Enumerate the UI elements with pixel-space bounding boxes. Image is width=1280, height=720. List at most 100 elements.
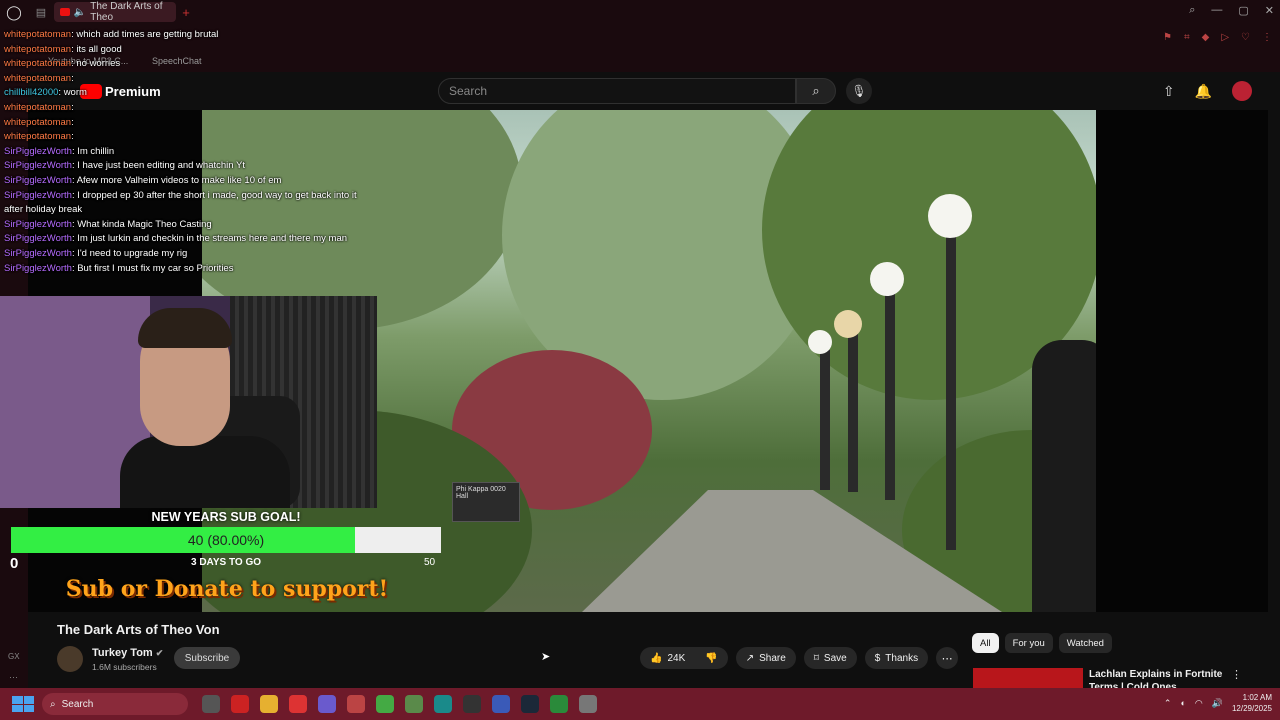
streamer-webcam: [0, 296, 377, 508]
chat-text: I'd need to upgrade my rig: [77, 247, 188, 259]
search-input[interactable]: Search: [438, 78, 796, 104]
speaker-icon[interactable]: 🔈: [74, 7, 86, 18]
upload-icon[interactable]: ⇧: [1163, 83, 1175, 100]
webcam-streamer-hair: [138, 308, 232, 348]
chat-username[interactable]: whitepotatoman: [4, 102, 71, 113]
chat-text: But first I must fix my car so Prioritie…: [77, 262, 234, 274]
opera-logo-icon[interactable]: ◯: [0, 4, 28, 21]
discord-icon[interactable]: [318, 695, 336, 713]
recommendation-menu-icon[interactable]: ⋮: [1231, 668, 1242, 681]
search-tabs-icon[interactable]: ⌕: [1189, 4, 1195, 17]
chat-message: SirPigglezWorth: I'd need to upgrade my …: [4, 247, 360, 262]
scene-lamppost: [885, 285, 895, 500]
stream-chat-overlay: whitepotatoman: which add times are gett…: [4, 28, 360, 276]
app-icon[interactable]: [405, 695, 423, 713]
share-icon: ↗: [745, 652, 755, 664]
recommendation-chips: All For you Watched: [972, 633, 1112, 653]
chip-for-you[interactable]: For you: [1004, 633, 1053, 653]
chat-username[interactable]: SirPigglezWorth: [4, 175, 72, 186]
support-banner: Sub or Donate to support!: [65, 576, 389, 602]
new-tab-button[interactable]: +: [176, 5, 196, 20]
chat-username[interactable]: whitepotatoman: [4, 29, 71, 40]
bookmark-icon[interactable]: ⚑: [1163, 32, 1172, 43]
chat-message: whitepotatoman:: [4, 101, 360, 116]
app-icon[interactable]: [579, 695, 597, 713]
chat-username[interactable]: SirPigglezWorth: [4, 263, 72, 274]
windows-start-icon[interactable]: [12, 696, 34, 712]
chat-username[interactable]: SirPigglezWorth: [4, 190, 72, 201]
chat-username[interactable]: SirPigglezWorth: [4, 219, 72, 230]
chat-username[interactable]: SirPigglezWorth: [4, 233, 72, 244]
chat-username[interactable]: whitepotatoman: [4, 117, 71, 128]
chat-username[interactable]: SirPigglezWorth: [4, 160, 72, 171]
dislike-button[interactable]: 👎: [695, 647, 727, 669]
gx-icon[interactable]: GX: [8, 652, 20, 661]
voice-search-button[interactable]: 🎙: [846, 78, 872, 104]
chat-username[interactable]: whitepotatoman: [4, 58, 71, 69]
chat-username[interactable]: SirPigglezWorth: [4, 248, 72, 259]
chat-username[interactable]: whitepotatoman: [4, 73, 71, 84]
player-icon[interactable]: ▷: [1221, 32, 1229, 43]
chip-watched[interactable]: Watched: [1058, 633, 1112, 653]
sidebar-more-icon[interactable]: ···: [9, 672, 18, 682]
chat-separator: :: [71, 116, 74, 128]
more-actions-button[interactable]: ⋯: [936, 647, 959, 669]
tab-switcher-icon[interactable]: ▤: [28, 6, 54, 19]
app-icon[interactable]: [434, 695, 452, 713]
app-icon[interactable]: [347, 695, 365, 713]
clock[interactable]: 1:02 AM 12/29/2025: [1232, 692, 1272, 714]
file-explorer-icon[interactable]: [260, 695, 278, 713]
channel-avatar[interactable]: [57, 646, 83, 672]
volume-icon[interactable]: 🔊: [1212, 698, 1223, 709]
recommendation-thumbnail[interactable]: [973, 668, 1083, 688]
address-bar-icons: ⚑ ⌗ ◆ ▷ ♡ ⋮: [1163, 32, 1272, 43]
chat-message: whitepotatoman:: [4, 130, 360, 145]
browser-tab-active[interactable]: 🔈 The Dark Arts of Theo: [54, 1, 176, 23]
chat-message: SirPigglezWorth: Im just lurkin and chec…: [4, 232, 360, 247]
heart-icon[interactable]: ♡: [1241, 32, 1250, 43]
window-controls: ⌕ — ▢ ✕: [1189, 4, 1274, 17]
wifi-icon[interactable]: ◠: [1195, 698, 1203, 709]
snapshot-icon[interactable]: ⌗: [1184, 32, 1190, 43]
chat-text: worm: [63, 87, 87, 99]
save-label: Save: [823, 652, 847, 664]
chat-message: whitepotatoman:: [4, 72, 360, 87]
chat-username[interactable]: chillbill42000: [4, 87, 58, 98]
steam-icon[interactable]: [521, 695, 539, 713]
taskbar-search[interactable]: ⌕ Search: [42, 693, 188, 715]
chip-all[interactable]: All: [972, 633, 999, 653]
channel-name-text: Turkey Tom: [92, 647, 153, 659]
menu-icon[interactable]: ⋮: [1262, 32, 1272, 43]
opera-icon[interactable]: [289, 695, 307, 713]
share-label: Share: [759, 652, 786, 664]
header-actions: ⇧ 🔔: [1163, 81, 1252, 101]
chat-username[interactable]: whitepotatoman: [4, 131, 71, 142]
subscribe-button[interactable]: Subscribe: [174, 647, 240, 669]
opera-gx-icon[interactable]: [231, 695, 249, 713]
account-avatar[interactable]: [1232, 81, 1252, 101]
save-button[interactable]: ⌑ Save: [803, 647, 857, 669]
app-icon[interactable]: [463, 695, 481, 713]
chat-message: SirPigglezWorth: What kinda Magic Theo C…: [4, 218, 360, 233]
notifications-bell-icon[interactable]: 🔔: [1195, 83, 1212, 100]
recommendation-title[interactable]: Lachlan Explains in Fortnite Terms | Col…: [1089, 668, 1239, 688]
chat-username[interactable]: whitepotatoman: [4, 44, 71, 55]
search-button[interactable]: ⌕: [796, 78, 836, 104]
tray-app-icon[interactable]: ◐: [1180, 698, 1185, 708]
chrome-icon[interactable]: [376, 695, 394, 713]
like-button[interactable]: 👍 24K: [640, 647, 695, 669]
maximize-button[interactable]: ▢: [1238, 4, 1248, 17]
thanks-button[interactable]: $ Thanks: [864, 647, 929, 669]
xbox-icon[interactable]: [550, 695, 568, 713]
tray-overflow-icon[interactable]: ⌃: [1164, 698, 1172, 709]
channel-name[interactable]: Turkey Tom ✔: [92, 647, 163, 659]
task-view-icon[interactable]: [202, 695, 220, 713]
app-icon[interactable]: [492, 695, 510, 713]
chat-username[interactable]: SirPigglezWorth: [4, 146, 72, 157]
shield-icon[interactable]: ◆: [1202, 32, 1210, 43]
close-button[interactable]: ✕: [1265, 4, 1274, 17]
like-count: 24K: [667, 652, 686, 664]
chat-text: Im chillin: [77, 145, 115, 157]
share-button[interactable]: ↗ Share: [735, 647, 796, 669]
minimize-button[interactable]: —: [1211, 4, 1222, 17]
